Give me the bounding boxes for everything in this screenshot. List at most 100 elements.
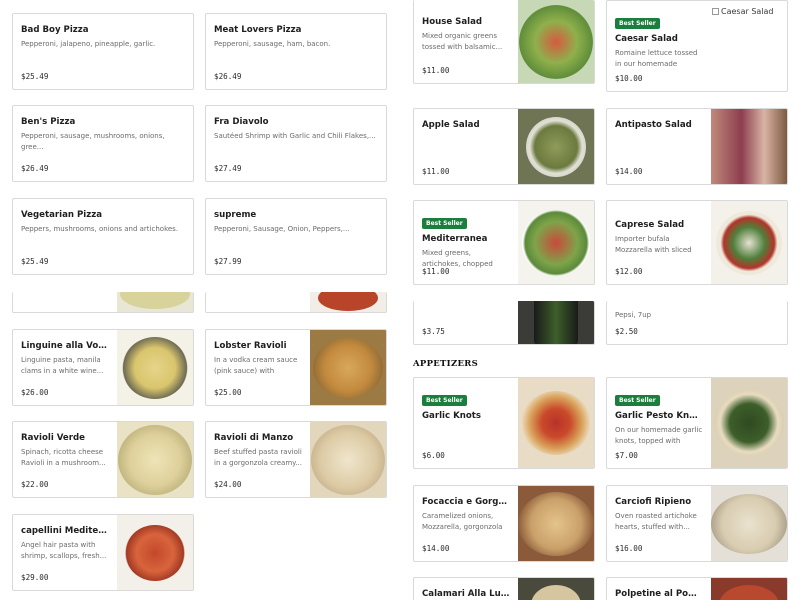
item-price: $11.00	[422, 267, 450, 276]
food-photo	[117, 330, 193, 405]
item-description: Angel hair pasta with shrimp, scallops, …	[21, 541, 107, 560]
item-name: Vegetarian Pizza	[21, 210, 103, 220]
item-price: $26.00	[21, 388, 49, 397]
item-price: $25.00	[214, 388, 242, 397]
item-description: Caramelized onions, Mozzarella, gorgonzo…	[422, 512, 503, 531]
item-description: Pepperoni, sausage, ham, bacon.	[214, 40, 331, 48]
food-photo	[711, 109, 787, 184]
item-name: Caesar Salad	[615, 34, 678, 44]
section-heading: APPETIZERS	[413, 359, 479, 369]
item-name: House Salad	[422, 17, 483, 27]
food-photo	[711, 578, 787, 600]
item-description: Importer bufala Mozzarella with sliced t…	[615, 235, 692, 254]
menu-item-card[interactable]: capellini Mediteraneo Angel hair pasta w…	[12, 514, 194, 591]
menu-item-card[interactable]: Lobster Ravioli In a vodka cream sauce (…	[205, 329, 387, 406]
item-description: In a vodka cream sauce (pink sauce) with…	[214, 356, 298, 375]
item-description: Romaine lettuce tossed in our homemade C…	[615, 49, 698, 68]
menu-item-card[interactable]: Vegetarian Pizza Peppers, mushrooms, oni…	[12, 198, 194, 275]
menu-item-card[interactable]: Linguine alla Vongole Linguine pasta, ma…	[12, 329, 194, 406]
item-price: $22.00	[21, 480, 49, 489]
menu-item-card[interactable]: Ravioli Verde Spinach, ricotta cheese Ra…	[12, 421, 194, 498]
item-name: supreme	[214, 210, 257, 220]
item-price: $26.49	[21, 164, 49, 173]
menu-item-card[interactable]: Calamari Alla Luciana	[413, 577, 595, 600]
item-name: Garlic Knots	[422, 411, 481, 421]
item-name: Polpetine al Pomodoro	[615, 589, 703, 599]
item-price: $25.49	[21, 72, 49, 81]
menu-item-card[interactable]: Antipasto Salad $14.00	[606, 108, 788, 185]
menu-item-card[interactable]: supreme Pepperoni, Sausage, Onion, Peppe…	[205, 198, 387, 275]
menu-item-card-partial[interactable]: $3.75	[413, 301, 595, 345]
food-photo	[518, 301, 594, 344]
item-price: $12.00	[615, 267, 643, 276]
item-price: $11.00	[422, 167, 450, 176]
item-name: Ben's Pizza	[21, 117, 76, 127]
item-description: On our homemade garlic knots, topped wit…	[615, 426, 703, 445]
food-photo	[518, 486, 594, 561]
item-description: Linguine pasta, manila clams in a white …	[21, 356, 104, 375]
item-description: Pepperoni, Sausage, Onion, Peppers,...	[214, 225, 350, 233]
best-seller-badge: Best Seller	[422, 395, 467, 406]
food-photo	[518, 378, 594, 468]
menu-item-card[interactable]: Best Seller Mediterranea Mixed greens, a…	[413, 200, 595, 285]
item-name: Ravioli di Manzo	[214, 433, 294, 443]
item-description: Pepperoni, sausage, mushrooms, onions, g…	[21, 132, 165, 151]
item-name: Focaccia e Gorgonzola	[422, 497, 510, 507]
item-price: $14.00	[615, 167, 643, 176]
food-photo	[518, 578, 594, 600]
item-name: Calamari Alla Luciana	[422, 589, 510, 599]
item-description: Oven roasted artichoke hearts, stuffed w…	[615, 512, 697, 531]
item-description: Sautéed Shrimp with Garlic and Chili Fla…	[214, 132, 376, 140]
item-name: Mediterranea	[422, 234, 488, 244]
food-photo	[117, 292, 193, 312]
item-name: Linguine alla Vongole	[21, 341, 109, 351]
menu-item-card-partial[interactable]: Pepsi, 7up $2.50	[606, 301, 788, 345]
item-name: Caprese Salad	[615, 220, 685, 230]
item-price: $7.00	[615, 451, 638, 460]
food-photo	[518, 109, 594, 184]
menu-item-card[interactable]: House Salad Mixed organic greens tossed …	[413, 0, 595, 84]
food-photo	[518, 201, 594, 284]
menu-item-card[interactable]: Best Seller Garlic Knots $6.00	[413, 377, 595, 469]
menu-item-card[interactable]: Focaccia e Gorgonzola Caramelized onions…	[413, 485, 595, 562]
menu-item-card[interactable]: Ravioli di Manzo Beef stuffed pasta ravi…	[205, 421, 387, 498]
item-name: Carciofi Ripieno	[615, 497, 692, 507]
menu-item-card[interactable]: Bad Boy Pizza Pepperoni, jalapeno, pinea…	[12, 13, 194, 90]
item-description: Spinach, ricotta cheese Ravioli in a mus…	[21, 448, 106, 467]
food-photo	[310, 292, 386, 312]
item-name: Fra Diavolo	[214, 117, 269, 127]
item-price: $27.49	[214, 164, 242, 173]
menu-item-card-partial[interactable]	[12, 292, 194, 313]
item-description: Peppers, mushrooms, onions and artichoke…	[21, 225, 179, 233]
item-description: Beef stuffed pasta ravioli in a gorgonzo…	[214, 448, 302, 467]
menu-item-card-partial[interactable]	[205, 292, 387, 313]
item-price: $29.00	[21, 573, 49, 582]
image-alt-text: Caesar Salad	[721, 7, 774, 16]
menu-item-card[interactable]: Carciofi Ripieno Oven roasted artichoke …	[606, 485, 788, 562]
menu-item-card[interactable]: Fra Diavolo Sautéed Shrimp with Garlic a…	[205, 105, 387, 182]
best-seller-badge: Best Seller	[615, 395, 660, 406]
food-photo	[711, 201, 787, 284]
menu-item-card[interactable]: Best Seller Garlic Pesto Knots On our ho…	[606, 377, 788, 469]
item-price: $27.99	[214, 257, 242, 266]
menu-item-card[interactable]: Meat Lovers Pizza Pepperoni, sausage, ha…	[205, 13, 387, 90]
item-name: Apple Salad	[422, 120, 480, 130]
item-price: $10.00	[615, 74, 643, 83]
item-price: $3.75	[422, 327, 445, 336]
menu-item-card[interactable]: Caprese Salad Importer bufala Mozzarella…	[606, 200, 788, 285]
best-seller-badge: Best Seller	[422, 218, 467, 229]
food-photo	[711, 378, 787, 468]
item-description: Pepperoni, jalapeno, pineapple, garlic.	[21, 40, 156, 48]
food-photo	[518, 0, 594, 83]
menu-item-card[interactable]: Polpetine al Pomodoro	[606, 577, 788, 600]
item-price: $16.00	[615, 544, 643, 553]
item-name: Lobster Ravioli	[214, 341, 287, 351]
item-name: Ravioli Verde	[21, 433, 85, 443]
item-name: Bad Boy Pizza	[21, 25, 89, 35]
item-price: $26.49	[214, 72, 242, 81]
best-seller-badge: Best Seller	[615, 18, 660, 29]
menu-item-card[interactable]: Apple Salad $11.00	[413, 108, 595, 185]
broken-image-icon: Caesar Salad	[712, 7, 774, 16]
item-name: Meat Lovers Pizza	[214, 25, 302, 35]
menu-item-card[interactable]: Ben's Pizza Pepperoni, sausage, mushroom…	[12, 105, 194, 182]
